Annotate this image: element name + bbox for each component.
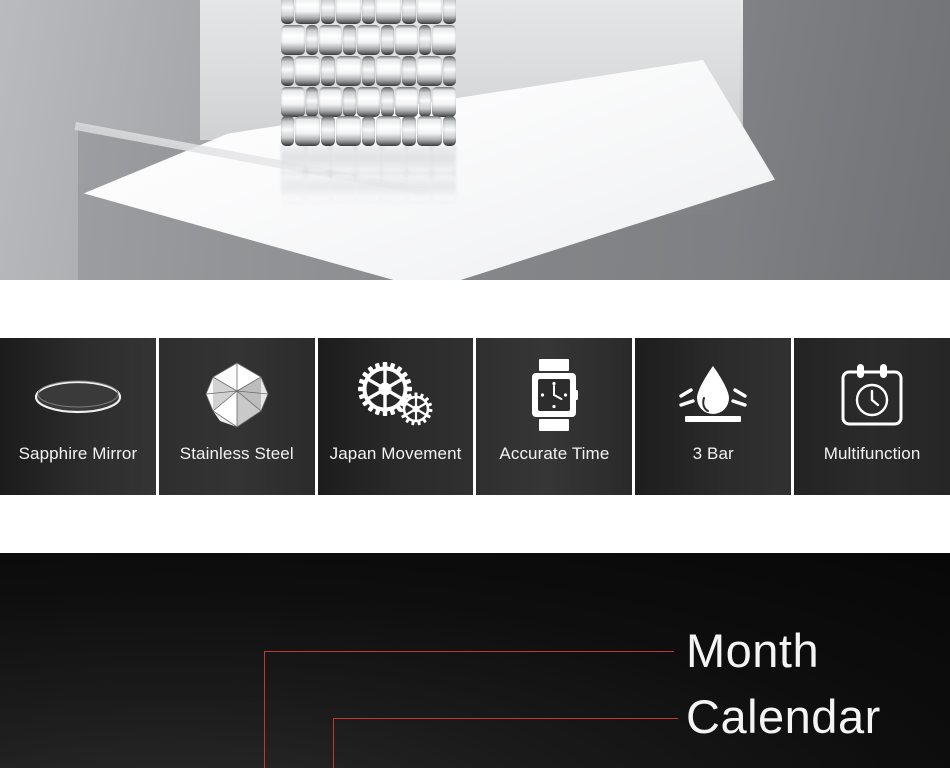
wristwatch-icon [525,356,583,434]
feature-tile-label: Stainless Steel [179,444,294,463]
feature-tile-label: Accurate Time [499,444,610,463]
sapphire-glass-disc-icon [32,356,124,434]
callout-line-calendar-horizontal [333,718,678,719]
icosahedron-icon [204,356,270,434]
feature-tile-label: 3 Bar [692,444,734,463]
hero-product-image [0,0,950,280]
callout-line-month-horizontal [264,651,674,652]
callout-line-calendar-vertical [333,718,334,768]
feature-tile-sapphire-mirror[interactable]: Sapphire Mirror [0,338,156,495]
bracelet-reflection [281,146,456,208]
product-detail-page: Sapphire Mirror Stainless Steel Japan Mo… [0,0,950,768]
month-calendar-callout: XII Month Calendar [0,553,950,768]
callout-label-month: Month [686,624,820,677]
feature-tile-multifunction[interactable]: Multifunction [794,338,950,495]
callout-label-calendar: Calendar [686,690,881,743]
feature-tile-accurate-time[interactable]: Accurate Time [476,338,633,495]
calendar-clock-icon [839,356,905,434]
feature-tile-3-bar[interactable]: 3 Bar [635,338,792,495]
gears-icon [357,356,435,434]
feature-tile-japan-movement[interactable]: Japan Movement [317,338,474,495]
callout-line-month-vertical [264,651,265,768]
feature-tile-label: Sapphire Mirror [18,444,138,463]
feature-tile-label: Multifunction [823,444,921,463]
water-drop-splash-icon [677,356,749,434]
feature-tile-label: Japan Movement [329,444,462,463]
feature-tile-stainless-steel[interactable]: Stainless Steel [158,338,315,495]
feature-tile-row: Sapphire Mirror Stainless Steel Japan Mo… [0,338,950,495]
steel-bracelet [281,0,457,146]
